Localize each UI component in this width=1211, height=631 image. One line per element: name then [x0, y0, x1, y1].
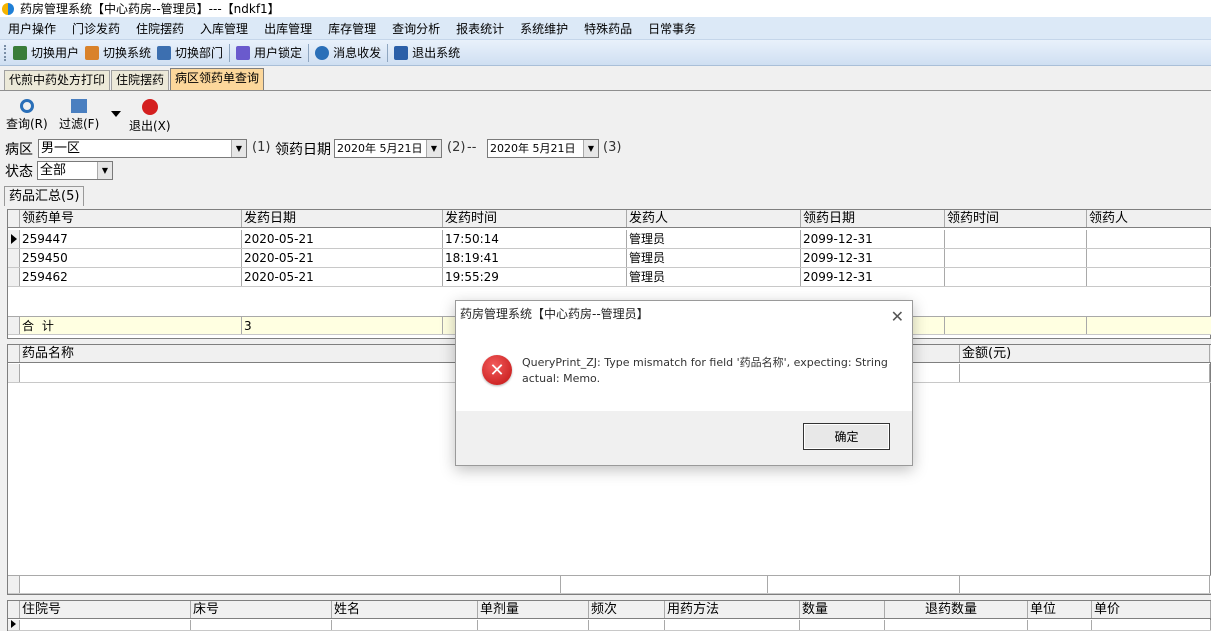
total-count: 3 — [242, 317, 443, 334]
exit-button[interactable]: 退出(X) — [129, 99, 171, 134]
menu-daily-affairs[interactable]: 日常事务 — [640, 20, 704, 37]
status-select[interactable]: 全部 ▼ — [37, 161, 113, 180]
col-amount[interactable]: 金额(元) — [960, 345, 1210, 362]
tab-ward-requisition-query[interactable]: 病区领药单查询 — [170, 68, 265, 90]
tab-drug-summary[interactable]: 药品汇总(5) — [4, 186, 85, 206]
menu-special-drugs[interactable]: 特殊药品 — [576, 20, 640, 37]
error-message: QueryPrint_ZJ: Type mismatch for field '… — [522, 356, 888, 385]
toolbar-grip[interactable] — [4, 44, 7, 61]
status-label: 状态 — [5, 164, 33, 180]
col-quantity[interactable]: 数量 — [800, 601, 885, 618]
col-unit-price[interactable]: 单价 — [1092, 601, 1211, 618]
grid-header: 领药单号 发药日期 发药时间 发药人 领药日期 领药时间 领药人 — [8, 210, 1211, 228]
dialog-title: 药房管理系统【中心药房--管理员】 — [460, 307, 649, 321]
switch-department-icon — [157, 45, 172, 60]
menu-query-analysis[interactable]: 查询分析 — [384, 20, 448, 37]
col-dispense-time[interactable]: 发药时间 — [443, 210, 627, 227]
date-to-picker[interactable]: 2020年 5月21日 ▼ — [487, 139, 599, 158]
switch-user-icon — [13, 45, 27, 60]
col-receiver[interactable]: 领药人 — [1087, 210, 1211, 227]
hint-1: (1) — [252, 140, 271, 155]
grid-header: 住院号 床号 姓名 单剂量 频次 用药方法 数量 退药数量 单位 单价 — [8, 601, 1211, 619]
menu-user-ops[interactable]: 用户操作 — [0, 20, 64, 37]
col-unit[interactable]: 单位 — [1028, 601, 1092, 618]
col-frequency[interactable]: 频次 — [589, 601, 665, 618]
table-row[interactable]: 259447 2020-05-21 17:50:14 管理员 2099-12-3… — [8, 230, 1211, 249]
col-bed-no[interactable]: 床号 — [191, 601, 332, 618]
filter-icon — [71, 99, 88, 113]
ward-label: 病区 — [5, 142, 33, 158]
row-indicator — [8, 230, 20, 248]
date-label: 领药日期 — [275, 142, 331, 158]
current-row-icon — [11, 620, 16, 628]
col-req-date[interactable]: 领药日期 — [801, 210, 945, 227]
toolbar-separator — [308, 43, 310, 62]
switch-system-button[interactable]: 切换系统 — [85, 44, 151, 61]
col-dispenser[interactable]: 发药人 — [627, 210, 801, 227]
hint-3: (3) — [603, 140, 622, 155]
app-logo-icon — [2, 2, 14, 15]
table-row[interactable] — [8, 620, 1211, 631]
patient-detail-grid: 住院号 床号 姓名 单剂量 频次 用药方法 数量 退药数量 单位 单价 — [7, 600, 1211, 631]
col-req-no[interactable]: 领药单号 — [20, 210, 242, 227]
col-single-dose[interactable]: 单剂量 — [478, 601, 589, 618]
date-from-picker[interactable]: 2020年 5月21日 ▼ — [334, 139, 442, 158]
message-button[interactable]: 消息收发 — [315, 44, 381, 61]
menu-inpatient-dispense[interactable]: 住院摆药 — [128, 20, 192, 37]
exit-system-icon — [394, 45, 409, 60]
error-icon: ✕ — [482, 355, 512, 385]
ok-button[interactable]: 确定 — [803, 423, 890, 450]
chevron-down-icon[interactable]: ▼ — [426, 140, 441, 157]
menu-bar: 用户操作 门诊发药 住院摆药 入库管理 出库管理 库存管理 查询分析 报表统计 … — [0, 17, 1211, 40]
menu-stock-out[interactable]: 出库管理 — [256, 20, 320, 37]
document-tabs: 代煎中药处方打印 住院摆药 病区领药单查询 — [0, 68, 265, 90]
refresh-icon — [19, 99, 34, 113]
menu-reports[interactable]: 报表统计 — [448, 20, 512, 37]
dialog-footer: 确定 — [456, 411, 912, 465]
col-return-quantity[interactable]: 退药数量 — [885, 601, 1028, 618]
filter-dropdown-arrow[interactable] — [111, 111, 121, 117]
current-row-icon — [11, 234, 17, 244]
exit-system-button[interactable]: 退出系统 — [394, 44, 460, 61]
hint-2: (2) — [447, 140, 466, 155]
col-patient-name[interactable]: 姓名 — [332, 601, 478, 618]
toolbar-separator — [229, 43, 231, 62]
message-icon — [315, 45, 330, 60]
title-bar: 药房管理系统【中心药房--管理员】---【ndkf1】 — [0, 0, 1211, 17]
power-icon — [141, 99, 158, 115]
switch-department-button[interactable]: 切换部门 — [157, 44, 223, 61]
date-range-dash: -- — [467, 140, 477, 155]
footer-row — [8, 575, 1211, 594]
table-row[interactable]: 259450 2020-05-21 18:19:41 管理员 2099-12-3… — [8, 249, 1211, 268]
col-dispense-date[interactable]: 发药日期 — [242, 210, 443, 227]
toolbar: 切换用户 切换系统 切换部门 用户锁定 消息收发 退出系统 — [0, 40, 1211, 66]
ward-select[interactable]: 男一区 ▼ — [38, 139, 247, 158]
dialog-body: ✕ QueryPrint_ZJ: Type mismatch for field… — [456, 327, 912, 413]
filter-button[interactable]: 过滤(F) — [59, 99, 99, 132]
dialog-title-bar[interactable]: 药房管理系统【中心药房--管理员】 ✕ — [456, 301, 912, 327]
query-button[interactable]: 查询(R) — [6, 99, 48, 132]
menu-outpatient-dispense[interactable]: 门诊发药 — [64, 20, 128, 37]
menu-stock-in[interactable]: 入库管理 — [192, 20, 256, 37]
menu-system-maintenance[interactable]: 系统维护 — [512, 20, 576, 37]
chevron-down-icon[interactable]: ▼ — [97, 162, 112, 179]
user-lock-button[interactable]: 用户锁定 — [236, 44, 302, 61]
menu-inventory[interactable]: 库存管理 — [320, 20, 384, 37]
tab-inpatient-dispense[interactable]: 住院摆药 — [111, 70, 170, 90]
error-dialog: 药房管理系统【中心药房--管理员】 ✕ ✕ QueryPrint_ZJ: Typ… — [455, 300, 913, 466]
chevron-down-icon[interactable]: ▼ — [231, 140, 246, 157]
switch-system-icon — [85, 45, 100, 60]
window-title: 药房管理系统【中心药房--管理员】---【ndkf1】 — [20, 2, 280, 16]
chevron-down-icon[interactable]: ▼ — [583, 140, 598, 157]
toolbar-separator — [387, 43, 389, 62]
tab-herbal-prescription-print[interactable]: 代煎中药处方打印 — [4, 70, 111, 90]
total-label: 合 计 — [20, 317, 242, 334]
user-lock-icon — [236, 45, 251, 60]
table-row[interactable]: 259462 2020-05-21 19:55:29 管理员 2099-12-3… — [8, 268, 1211, 287]
switch-user-button[interactable]: 切换用户 — [13, 44, 79, 61]
col-req-time[interactable]: 领药时间 — [945, 210, 1087, 227]
col-usage-method[interactable]: 用药方法 — [665, 601, 800, 618]
col-inpatient-no[interactable]: 住院号 — [20, 601, 191, 618]
